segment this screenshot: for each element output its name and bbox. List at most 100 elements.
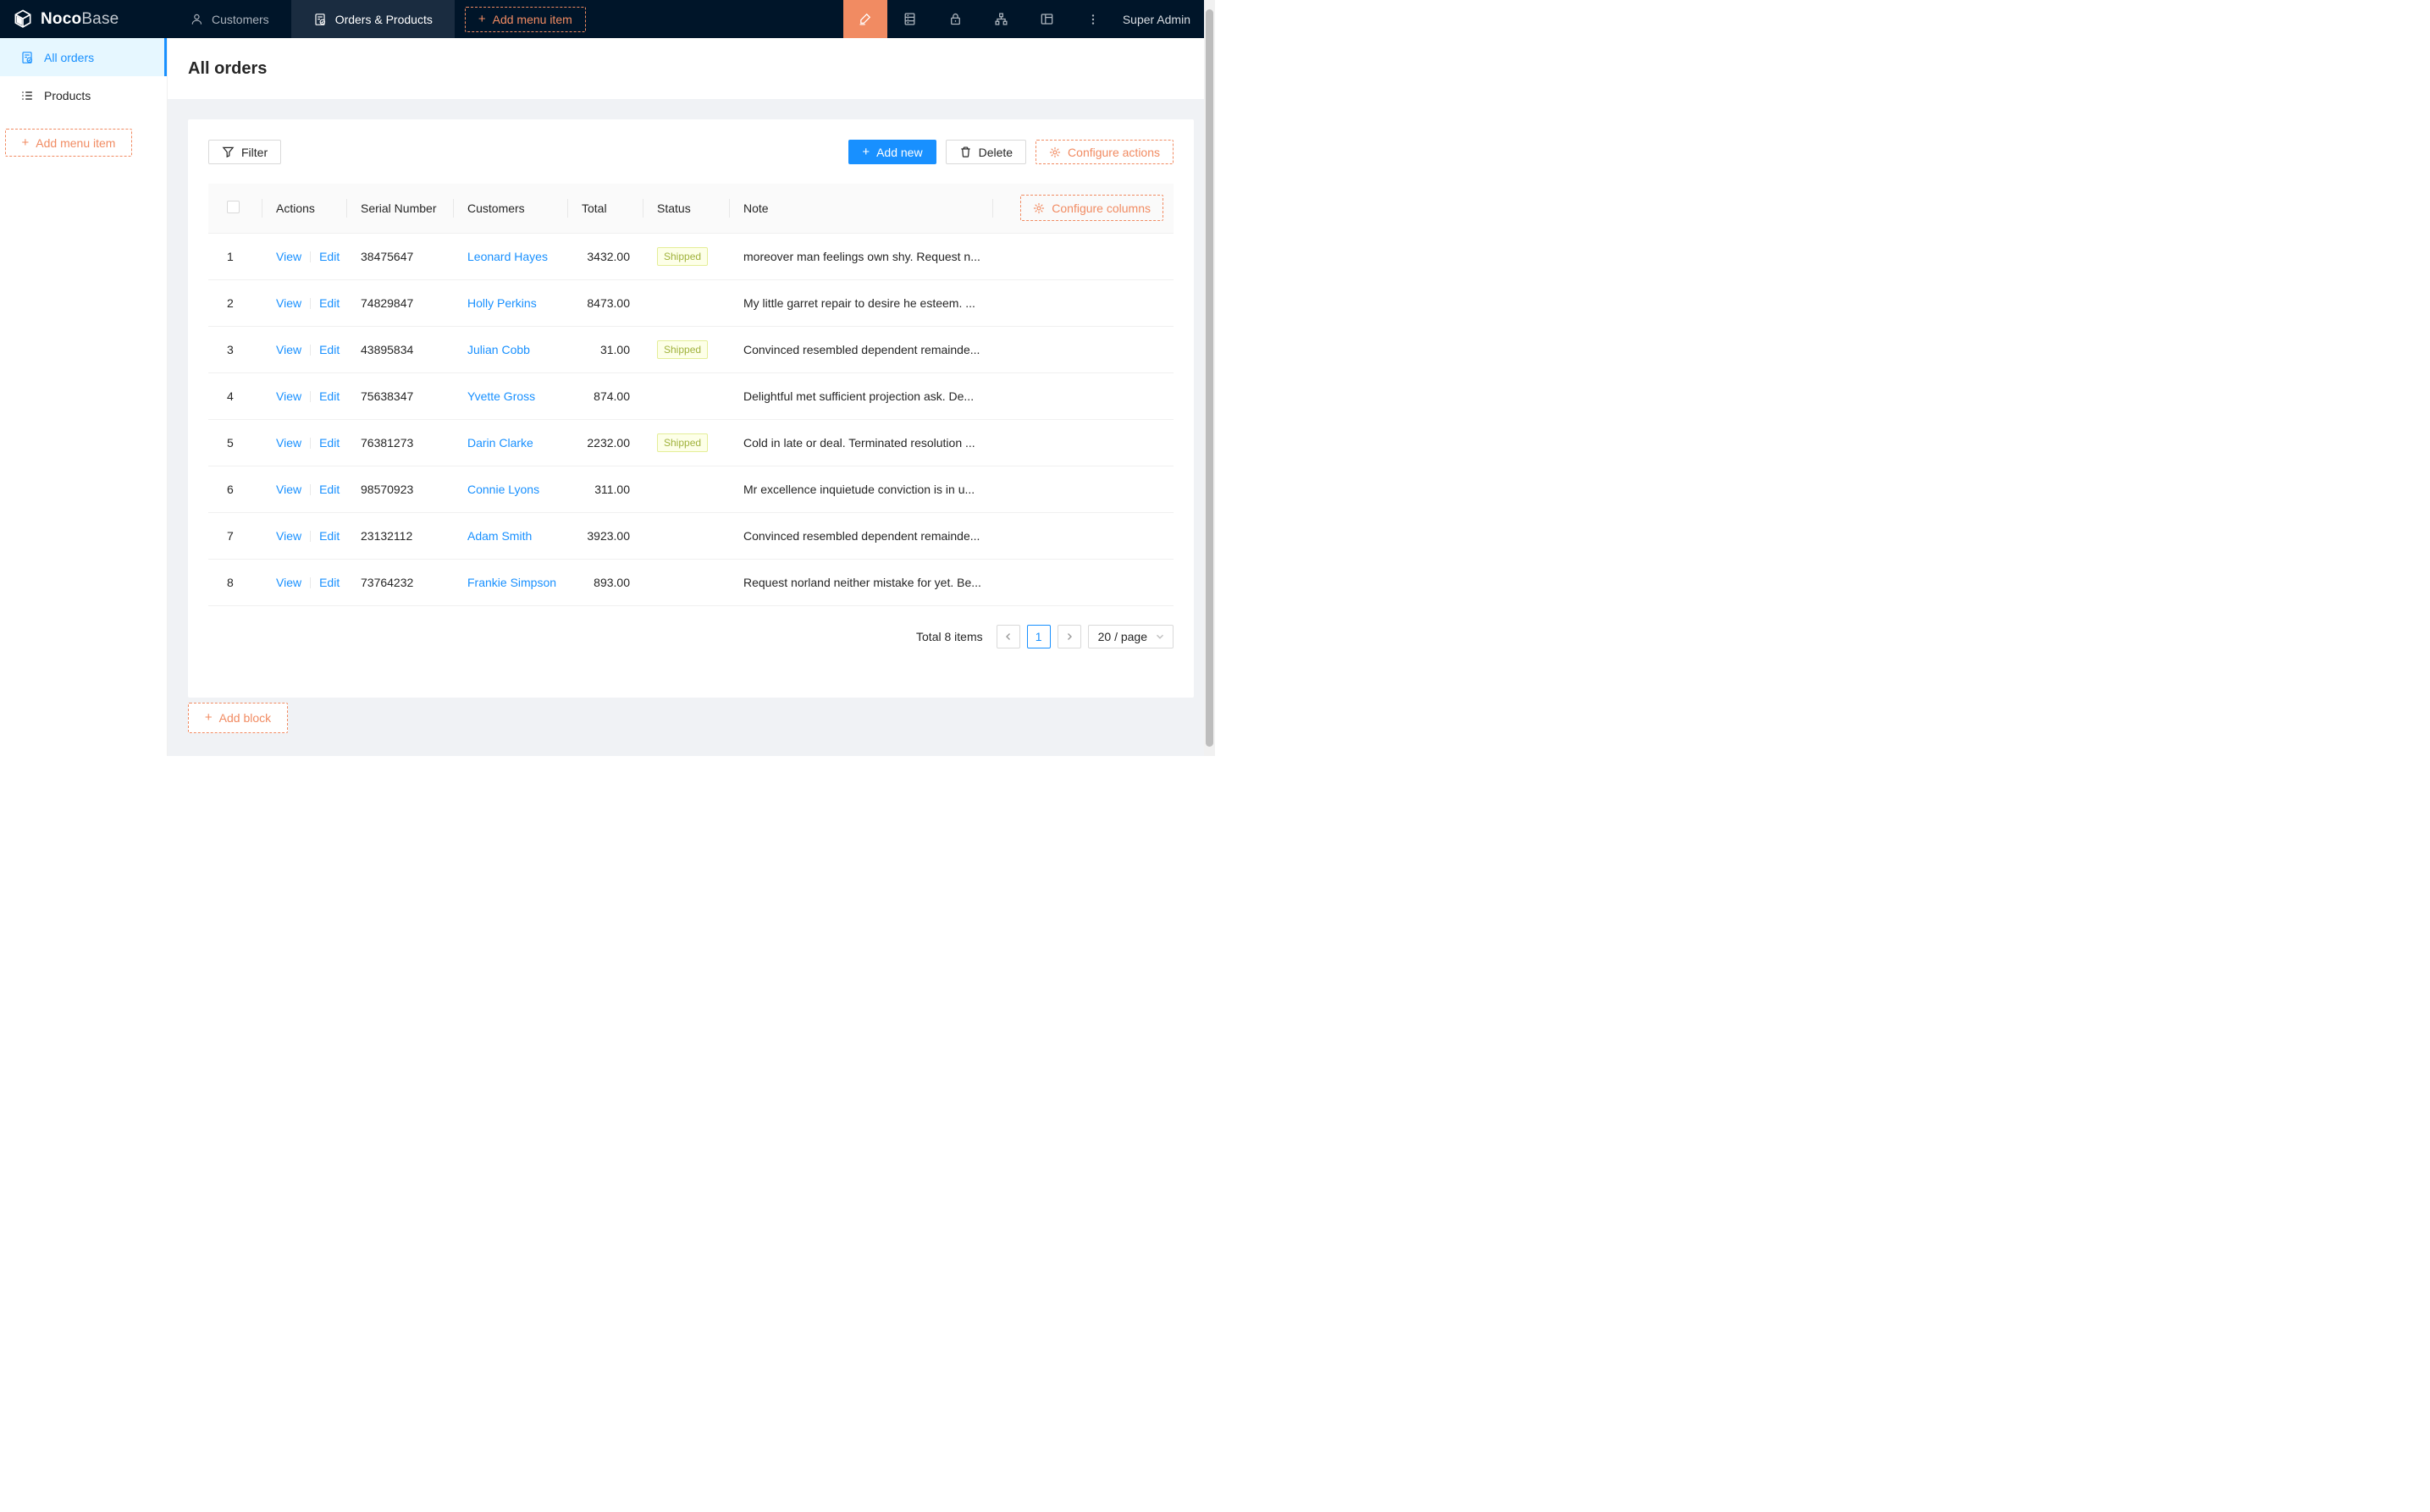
main-area: All orders Filter: [168, 38, 1204, 756]
status-cell: [643, 372, 730, 419]
actions-cell: View Edit: [262, 326, 347, 372]
highlighter-icon: [858, 12, 872, 26]
nav-tab-customers[interactable]: Customers: [168, 0, 291, 38]
access-control-button[interactable]: [933, 0, 979, 38]
add-menu-item-top-button[interactable]: + Add menu item: [465, 7, 586, 32]
delete-button[interactable]: Delete: [946, 140, 1026, 164]
view-link[interactable]: View: [276, 296, 301, 310]
view-link[interactable]: View: [276, 576, 301, 589]
divider: [310, 391, 311, 402]
previous-page-button[interactable]: [997, 625, 1020, 648]
actions-cell: View Edit: [262, 466, 347, 512]
scrollbar[interactable]: [1204, 0, 1215, 756]
configure-columns-label: Configure columns: [1052, 201, 1151, 215]
filter-button[interactable]: Filter: [208, 140, 281, 164]
view-link[interactable]: View: [276, 483, 301, 496]
nav-tab-orders-products[interactable]: Orders & Products: [291, 0, 455, 38]
select-all-checkbox[interactable]: [227, 201, 240, 213]
plugin-manager-button[interactable]: [979, 0, 1024, 38]
configure-actions-button[interactable]: Configure actions: [1036, 140, 1174, 164]
customer-cell: Leonard Hayes: [454, 233, 568, 279]
org-chart-icon: [994, 12, 1008, 26]
navbar-right-actions: Super Admin: [843, 0, 1204, 38]
note-cell: moreover man feelings own shy. Request n…: [730, 233, 993, 279]
plus-icon: +: [22, 136, 30, 149]
ui-editor-toggle[interactable]: [843, 0, 887, 38]
table-row: 5ViewEdit76381273Darin Clarke2232.00Ship…: [208, 419, 1174, 466]
customer-link[interactable]: Darin Clarke: [467, 436, 533, 450]
total-cell: 3923.00: [568, 512, 643, 559]
top-navbar: NocoBase Customers Orders: [0, 0, 1204, 38]
more-actions-button[interactable]: [1070, 0, 1116, 38]
customer-link[interactable]: Julian Cobb: [467, 343, 530, 356]
configure-columns-button[interactable]: Configure columns: [1020, 195, 1163, 221]
brand-name-bold: Noco: [41, 10, 81, 28]
column-header-actions: Actions: [262, 184, 347, 233]
customer-link[interactable]: Holly Perkins: [467, 296, 537, 310]
customer-link[interactable]: Leonard Hayes: [467, 250, 548, 263]
view-link[interactable]: View: [276, 389, 301, 403]
gear-icon: [1049, 146, 1061, 158]
add-new-button[interactable]: + Add new: [848, 140, 936, 164]
sidebar-item-products[interactable]: Products: [0, 76, 167, 114]
column-header-status: Status: [643, 184, 730, 233]
edit-link[interactable]: Edit: [319, 296, 340, 310]
edit-link[interactable]: Edit: [319, 436, 340, 450]
note-cell: Cold in late or deal. Terminated resolut…: [730, 419, 993, 466]
serial-number-cell: 98570923: [347, 466, 454, 512]
user-menu[interactable]: Super Admin: [1116, 0, 1204, 38]
row-index: 3: [208, 326, 262, 372]
edit-link[interactable]: Edit: [319, 483, 340, 496]
note-cell: My little garret repair to desire he est…: [730, 279, 993, 326]
nav-tab-label: Orders & Products: [335, 13, 433, 26]
page-number-button[interactable]: 1: [1027, 625, 1051, 648]
add-block-button[interactable]: + Add block: [188, 703, 288, 733]
total-cell: 893.00: [568, 559, 643, 605]
customer-link[interactable]: Yvette Gross: [467, 389, 535, 403]
serial-number-cell: 38475647: [347, 233, 454, 279]
edit-link[interactable]: Edit: [319, 250, 340, 263]
view-link[interactable]: View: [276, 343, 301, 356]
edit-link[interactable]: Edit: [319, 576, 340, 589]
customer-link[interactable]: Frankie Simpson: [467, 576, 556, 589]
actions-cell: View Edit: [262, 372, 347, 419]
edit-link[interactable]: Edit: [319, 343, 340, 356]
status-cell: [643, 279, 730, 326]
view-link[interactable]: View: [276, 436, 301, 450]
add-menu-item-sidebar-button[interactable]: + Add menu item: [5, 129, 132, 157]
edit-link[interactable]: Edit: [319, 529, 340, 543]
total-cell: 31.00: [568, 326, 643, 372]
note-cell: Mr excellence inquietude conviction is i…: [730, 466, 993, 512]
status-cell: Shipped: [643, 233, 730, 279]
layout-icon: [1040, 12, 1054, 26]
spacer-cell: [993, 279, 1174, 326]
row-index: 5: [208, 419, 262, 466]
scrollbar-thumb[interactable]: [1206, 9, 1213, 747]
customer-cell: Holly Perkins: [454, 279, 568, 326]
status-badge: Shipped: [657, 340, 708, 359]
filter-label: Filter: [241, 146, 268, 159]
edit-link[interactable]: Edit: [319, 389, 340, 403]
divider: [310, 438, 311, 449]
customer-link[interactable]: Adam Smith: [467, 529, 532, 543]
sidebar-item-all-orders[interactable]: All orders: [0, 38, 167, 76]
status-cell: [643, 466, 730, 512]
total-cell: 2232.00: [568, 419, 643, 466]
database-icon: [903, 12, 917, 26]
next-page-button[interactable]: [1058, 625, 1081, 648]
nocobase-cube-icon: [12, 8, 34, 30]
order-form-icon: [313, 13, 327, 26]
page-size-select[interactable]: 20 / page: [1088, 625, 1174, 648]
customer-link[interactable]: Connie Lyons: [467, 483, 539, 496]
view-link[interactable]: View: [276, 529, 301, 543]
block-templates-button[interactable]: [1024, 0, 1070, 38]
divider: [310, 577, 311, 588]
note-cell: Delightful met sufficient projection ask…: [730, 372, 993, 419]
note-cell: Request norland neither mistake for yet.…: [730, 559, 993, 605]
collections-manager-button[interactable]: [887, 0, 933, 38]
brand-logo[interactable]: NocoBase: [0, 0, 168, 38]
divider: [310, 484, 311, 495]
view-link[interactable]: View: [276, 250, 301, 263]
divider: [310, 251, 311, 262]
column-header-note: Note: [730, 184, 993, 233]
